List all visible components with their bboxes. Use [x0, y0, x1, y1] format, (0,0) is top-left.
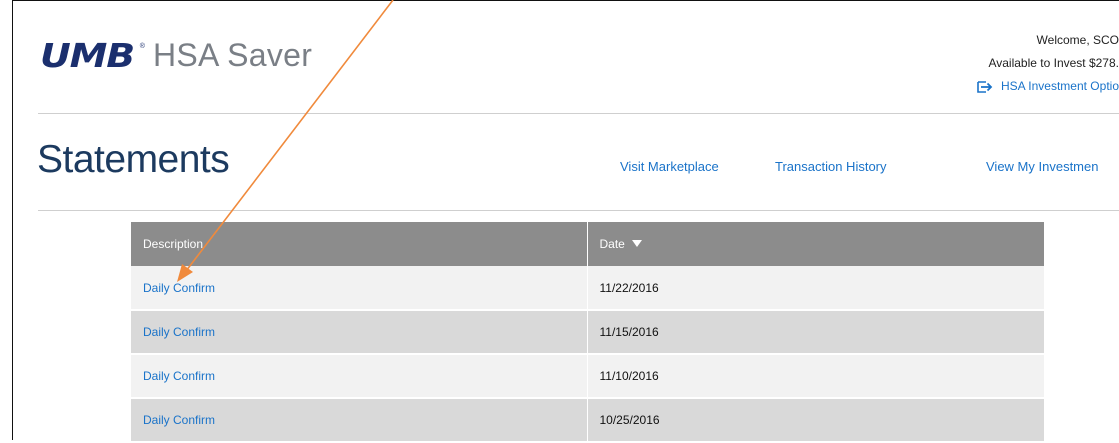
column-header-date[interactable]: Date	[587, 222, 1044, 266]
column-header-description[interactable]: Description	[131, 222, 588, 266]
logo-mark: UMB	[40, 35, 135, 75]
sort-descending-icon[interactable]	[632, 240, 643, 247]
nav-view-my-investments[interactable]: View My Investmen	[986, 159, 1098, 174]
table-row: Daily Confirm 11/10/2016	[131, 354, 1044, 399]
account-summary: Welcome, SCO Available to Invest $278. H…	[977, 29, 1119, 98]
title-divider	[38, 210, 1119, 211]
statements-table: Description Date Daily Confirm 11/22/201…	[131, 222, 1044, 443]
available-to-invest: Available to Invest $278.	[988, 56, 1119, 70]
arrow-into-box-icon	[977, 80, 993, 93]
statement-date: 11/15/2016	[587, 310, 1044, 355]
statement-link[interactable]: Daily Confirm	[131, 310, 588, 355]
page-title: Statements	[37, 138, 230, 181]
logo[interactable]: UMB ® HSA Saver	[40, 37, 312, 73]
table-header-row: Description Date	[131, 222, 1044, 266]
statement-link[interactable]: Daily Confirm	[131, 266, 588, 311]
hsa-investment-options-label: HSA Investment Optio	[1000, 79, 1119, 93]
statement-link[interactable]: Daily Confirm	[131, 398, 588, 443]
statement-date: 10/25/2016	[587, 398, 1044, 443]
product-name: HSA Saver	[152, 37, 313, 73]
logo-registered-mark: ®	[139, 42, 145, 50]
statement-link[interactable]: Daily Confirm	[131, 354, 588, 399]
date-header-label: Date	[599, 237, 625, 251]
header-divider	[38, 113, 1119, 114]
hsa-investment-options-link[interactable]: HSA Investment Optio	[977, 75, 1119, 98]
table-row: Daily Confirm 11/22/2016	[131, 266, 1044, 311]
nav-transaction-history[interactable]: Transaction History	[775, 159, 887, 174]
table-row: Daily Confirm 10/25/2016	[131, 398, 1044, 443]
table-row: Daily Confirm 11/15/2016	[131, 310, 1044, 355]
description-header-label: Description	[143, 237, 204, 251]
statement-date: 11/10/2016	[587, 354, 1044, 399]
statement-date: 11/22/2016	[587, 266, 1044, 311]
welcome-text: Welcome, SCO	[1036, 33, 1119, 47]
nav-visit-marketplace[interactable]: Visit Marketplace	[620, 159, 719, 174]
